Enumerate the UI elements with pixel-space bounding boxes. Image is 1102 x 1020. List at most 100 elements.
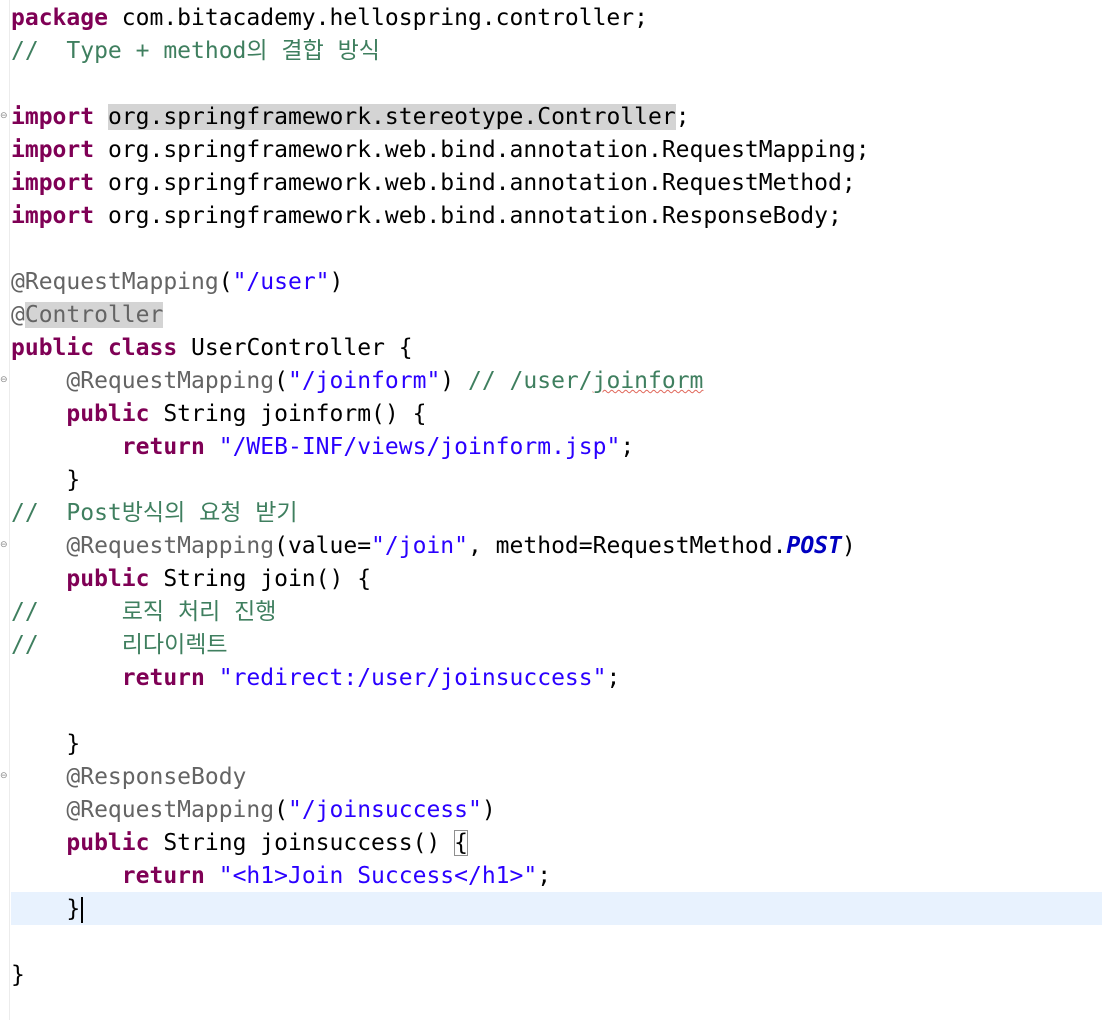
code-token: joinform bbox=[592, 368, 704, 394]
code-token: ; bbox=[606, 665, 621, 691]
code-line[interactable]: } bbox=[11, 728, 80, 761]
code-token: public bbox=[11, 335, 95, 361]
editor-gutter bbox=[9, 0, 10, 1020]
code-line[interactable]: package com.bitacademy.hellospring.contr… bbox=[11, 2, 648, 35]
code-token: "/user" bbox=[232, 269, 330, 295]
code-line[interactable]: import org.springframework.stereotype.Co… bbox=[11, 101, 690, 134]
code-token: return bbox=[121, 863, 205, 889]
code-token: @RequestMapping bbox=[11, 269, 219, 295]
code-line[interactable]: return "redirect:/user/joinsuccess"; bbox=[11, 662, 621, 695]
code-line[interactable]: } bbox=[11, 464, 80, 497]
code-token: "<h1>Join Success</h1>" bbox=[218, 863, 538, 889]
code-line[interactable]: } bbox=[11, 959, 25, 992]
code-token: ( bbox=[274, 368, 288, 394]
code-token: POST bbox=[786, 533, 842, 559]
code-editor[interactable]: package com.bitacademy.hellospring.contr… bbox=[0, 0, 1102, 1020]
code-token: String join() { bbox=[149, 566, 372, 592]
fold-collapse-icon[interactable]: ⊖ bbox=[0, 772, 9, 781]
code-token: "/joinsuccess" bbox=[287, 797, 482, 823]
fold-collapse-icon[interactable]: ⊖ bbox=[0, 541, 9, 550]
code-line[interactable]: @RequestMapping(value="/join", method=Re… bbox=[11, 530, 856, 563]
code-line[interactable]: } bbox=[11, 893, 84, 926]
code-token: com.bitacademy.hellospring.controller; bbox=[107, 5, 648, 31]
code-token: ; bbox=[675, 104, 690, 130]
code-line[interactable]: // 리다이렉트 bbox=[11, 629, 228, 662]
code-token: "redirect:/user/joinsuccess" bbox=[218, 665, 607, 691]
code-token: // /user/ bbox=[468, 368, 593, 394]
code-token: ) bbox=[329, 269, 344, 295]
code-token: return bbox=[121, 434, 205, 460]
code-token: UserController { bbox=[177, 335, 413, 361]
code-token: // 리다이렉트 bbox=[11, 632, 228, 658]
text-cursor bbox=[81, 896, 84, 923]
code-token: @RequestMapping bbox=[66, 797, 275, 823]
code-token: ) bbox=[440, 368, 468, 394]
code-token: "/join" bbox=[371, 533, 468, 559]
code-line[interactable]: @RequestMapping("/joinsuccess") bbox=[11, 794, 496, 827]
code-token: ) bbox=[481, 797, 496, 823]
code-token: ) bbox=[841, 533, 856, 559]
code-token: @ bbox=[11, 302, 25, 328]
code-line[interactable]: // Type + method의 결합 방식 bbox=[11, 35, 380, 68]
code-line[interactable]: return "/WEB-INF/views/joinform.jsp"; bbox=[11, 431, 634, 464]
code-token: public bbox=[66, 830, 150, 856]
code-line[interactable]: public String joinsuccess() { bbox=[11, 827, 468, 860]
code-line[interactable]: // 로직 처리 진행 bbox=[11, 596, 276, 629]
code-token: ( bbox=[274, 797, 288, 823]
current-line-highlight bbox=[11, 892, 1102, 925]
code-token: import bbox=[11, 104, 95, 130]
code-token: org.springframework.stereotype.Controlle… bbox=[107, 104, 676, 130]
code-token: // 로직 처리 진행 bbox=[11, 599, 277, 625]
code-line[interactable]: import org.springframework.web.bind.anno… bbox=[11, 167, 856, 200]
code-token: "/joinform" bbox=[287, 368, 441, 394]
code-token: package bbox=[11, 5, 108, 31]
code-token: (value= bbox=[274, 533, 372, 559]
code-token: , method=RequestMethod. bbox=[467, 533, 787, 559]
code-token: String joinform() { bbox=[149, 401, 427, 427]
fold-collapse-icon[interactable]: ⊖ bbox=[0, 376, 9, 385]
code-token: @RequestMapping bbox=[66, 533, 275, 559]
code-line[interactable]: // Post방식의 요청 받기 bbox=[11, 497, 298, 530]
code-line[interactable]: import org.springframework.web.bind.anno… bbox=[11, 200, 842, 233]
code-token: { bbox=[454, 830, 468, 856]
code-token: org.springframework.web.bind.annotation.… bbox=[94, 170, 856, 196]
code-line[interactable]: public class UserController { bbox=[11, 332, 413, 365]
code-token: org.springframework.web.bind.annotation.… bbox=[94, 203, 842, 229]
code-token: import bbox=[11, 203, 95, 229]
code-token: String joinsuccess() bbox=[149, 830, 455, 856]
code-line[interactable]: @RequestMapping("/user") bbox=[11, 266, 343, 299]
code-token: } bbox=[11, 896, 81, 922]
code-token: } bbox=[11, 467, 81, 493]
code-token: } bbox=[11, 731, 81, 757]
code-token: org.springframework.web.bind.annotation.… bbox=[94, 137, 870, 163]
code-token: Controller bbox=[24, 302, 164, 328]
code-token: import bbox=[11, 137, 95, 163]
fold-collapse-icon[interactable]: ⊖ bbox=[0, 112, 9, 121]
code-line[interactable]: @Controller bbox=[11, 299, 164, 332]
code-line[interactable]: @RequestMapping("/joinform") // /user/jo… bbox=[11, 365, 703, 398]
code-line[interactable]: @ResponseBody bbox=[11, 761, 246, 794]
code-token: // Post방식의 요청 받기 bbox=[11, 500, 298, 526]
code-line[interactable]: return "<h1>Join Success</h1>"; bbox=[11, 860, 551, 893]
code-line[interactable]: public String joinform() { bbox=[11, 398, 426, 431]
code-token: ; bbox=[620, 434, 635, 460]
code-token: public bbox=[66, 566, 150, 592]
code-line[interactable]: public String join() { bbox=[11, 563, 371, 596]
code-token: import bbox=[11, 170, 95, 196]
code-line[interactable]: import org.springframework.web.bind.anno… bbox=[11, 134, 870, 167]
code-token: "/WEB-INF/views/joinform.jsp" bbox=[218, 434, 621, 460]
code-token: return bbox=[121, 665, 205, 691]
